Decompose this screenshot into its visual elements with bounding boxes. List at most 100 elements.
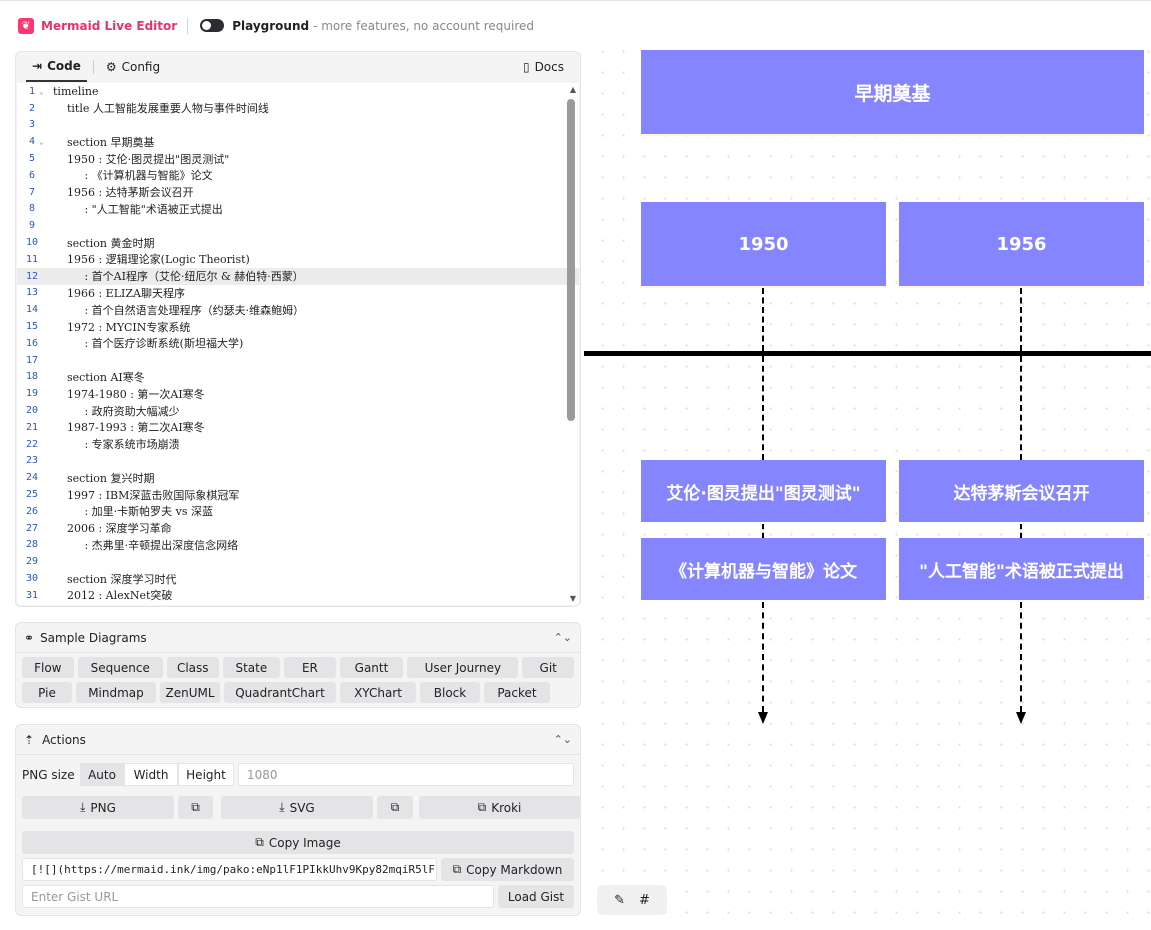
copy-image-button[interactable]: ⧉ Copy Image	[22, 831, 574, 854]
sample-button-git[interactable]: Git	[522, 657, 575, 678]
event-node: 《计算机器与智能》论文	[641, 538, 886, 600]
sample-button-mindmap[interactable]: Mindmap	[76, 682, 156, 703]
kroki-button[interactable]: ⧉ Kroki	[419, 796, 580, 819]
markdown-field[interactable]: [![](https://mermaid.ink/img/pako:eNp1lF…	[22, 858, 437, 881]
code-line[interactable]: 31 2012 : AlexNet突破	[17, 587, 579, 604]
code-line[interactable]: 10 section 黄金时期	[17, 234, 579, 251]
sample-button-flow[interactable]: Flow	[22, 657, 74, 678]
code-text: title 人工智能发展重要人物与事件时间线	[53, 102, 269, 116]
scroll-up-icon[interactable]: ▲	[570, 85, 576, 94]
line-number: 5	[28, 153, 36, 165]
code-line[interactable]: 23	[17, 453, 579, 470]
docs-link[interactable]: ▯ Docs	[517, 52, 570, 82]
connector-line	[762, 602, 764, 712]
sample-button-user-journey[interactable]: User Journey	[407, 657, 519, 678]
line-number: 17	[25, 354, 39, 366]
sample-button-er[interactable]: ER	[284, 657, 336, 678]
code-line[interactable]: 6 : 《计算机器与智能》论文	[17, 167, 579, 184]
size-auto-button[interactable]: Auto	[80, 763, 124, 786]
sample-button-state[interactable]: State	[222, 657, 281, 678]
code-editor[interactable]: 1 ⌄ timeline 2 title 人工智能发展重要人物与事件时间线 3 4 ⌄ se…	[17, 83, 579, 605]
code-line[interactable]: 13 1966 : ELIZA聊天程序	[17, 285, 579, 302]
copy-image-row: ⧉ Copy Image	[22, 831, 574, 854]
scroll-down-icon[interactable]: ▼	[570, 594, 576, 603]
sample-button-class[interactable]: Class	[166, 657, 219, 678]
code-line[interactable]: 8 : "人工智能"术语被正式提出	[17, 201, 579, 218]
size-value-input[interactable]: 1080	[238, 763, 574, 786]
fold-chevron-icon[interactable]: ⌄	[39, 87, 44, 96]
svg-open-button[interactable]: ⧉	[377, 796, 413, 819]
sample-button-gantt[interactable]: Gantt	[339, 657, 404, 678]
pan-zoom-icon[interactable]: ✎	[614, 893, 625, 908]
top-bar: ❦ Mermaid Live Editor Playground - more …	[0, 0, 1151, 50]
actions-header[interactable]: ⇡ Actions ⌃⌄	[16, 725, 580, 755]
sample-button-pie[interactable]: Pie	[22, 682, 72, 703]
sample-button-sequence[interactable]: Sequence	[77, 657, 163, 678]
code-line[interactable]: 2 title 人工智能发展重要人物与事件时间线	[17, 100, 579, 117]
line-number: 22	[25, 438, 39, 450]
code-line[interactable]: 16 : 首个医疗诊断系统(斯坦福大学)	[17, 335, 579, 352]
copy-markdown-button[interactable]: ⧉ Copy Markdown	[441, 858, 574, 881]
size-width-button[interactable]: Width	[124, 763, 178, 786]
code-line[interactable]: 22 : 专家系统市场崩溃	[17, 436, 579, 453]
line-number: 2	[28, 102, 36, 114]
code-line[interactable]: 7 1956 : 达特茅斯会议召开	[17, 184, 579, 201]
sample-button-xychart[interactable]: XYChart	[340, 682, 416, 703]
code-line[interactable]: 24 section 复兴时期	[17, 469, 579, 486]
tab-code[interactable]: ⇥ Code	[26, 52, 87, 82]
code-line[interactable]: 4 ⌄ section 早期奠基	[17, 133, 579, 150]
code-line[interactable]: 26 : 加里·卡斯帕罗夫 vs 深蓝	[17, 503, 579, 520]
tab-config[interactable]: ⚙ Config	[100, 52, 166, 82]
code-line[interactable]: 27 2006 : 深度学习革命	[17, 520, 579, 537]
code-line[interactable]: 14 : 首个自然语言处理程序（约瑟夫·维森鲍姆）	[17, 301, 579, 318]
svg-download-button[interactable]: ⤓ SVG	[221, 796, 373, 819]
external-link-icon: ⧉	[477, 800, 487, 814]
code-line[interactable]: 17	[17, 352, 579, 369]
code-line[interactable]: 18 section AI寒冬	[17, 369, 579, 386]
arrow-head-icon	[1016, 712, 1026, 724]
sample-button-packet[interactable]: Packet	[484, 682, 550, 703]
collapse-icon[interactable]: ⌃⌄	[554, 631, 572, 644]
sample-button-zenuml[interactable]: ZenUML	[160, 682, 220, 703]
brand-title[interactable]: Mermaid Live Editor	[41, 19, 177, 33]
code-line[interactable]: 29	[17, 553, 579, 570]
code-line[interactable]: 21 1987-1993 : 第二次AI寒冬	[17, 419, 579, 436]
code-line[interactable]: 9	[17, 217, 579, 234]
code-line[interactable]: 20 : 政府资助大幅减少	[17, 402, 579, 419]
png-download-button[interactable]: ⤓ PNG	[22, 796, 174, 819]
code-line[interactable]: 5 1950 : 艾伦·图灵提出"图灵测试"	[17, 150, 579, 167]
code-line[interactable]: 12 : 首个AI程序（艾伦·纽厄尔 & 赫伯特·西蒙）	[17, 267, 579, 285]
grid-icon[interactable]: #	[639, 893, 650, 908]
code-line[interactable]: 19 1974-1980 : 第一次AI寒冬	[17, 385, 579, 402]
code-line[interactable]: 1 ⌄ timeline	[17, 83, 579, 100]
code-line[interactable]: 30 section 深度学习时代	[17, 570, 579, 587]
connector-line	[762, 288, 764, 351]
copy-icon: ⧉	[452, 862, 462, 876]
gist-url-input[interactable]: Enter Gist URL	[22, 885, 494, 908]
editor-scrollbar[interactable]: ▲ ▼	[565, 83, 579, 605]
fold-chevron-icon[interactable]: ⌄	[39, 137, 44, 146]
docs-label: Docs	[534, 60, 564, 74]
code-line[interactable]: 15 1972 : MYCIN专家系统	[17, 318, 579, 335]
load-gist-button[interactable]: Load Gist	[498, 885, 574, 908]
collapse-icon[interactable]: ⌃⌄	[554, 733, 572, 746]
code-text: section 深度学习时代	[53, 572, 177, 586]
code-lines: 1 ⌄ timeline 2 title 人工智能发展重要人物与事件时间线 3 4 ⌄ se…	[17, 83, 579, 604]
size-height-button[interactable]: Height	[178, 763, 234, 786]
event-label: 艾伦·图灵提出"图灵测试"	[666, 483, 861, 504]
code-line[interactable]: 25 1997 : IBM深蓝击败国际象棋冠军	[17, 486, 579, 503]
code-line[interactable]: 11 1956 : 逻辑理论家(Logic Theorist)	[17, 251, 579, 268]
code-text: : 政府资助大幅减少	[53, 404, 180, 418]
line-number: 29	[25, 556, 39, 568]
scroll-thumb[interactable]	[567, 99, 575, 421]
sample-button-block[interactable]: Block	[420, 682, 480, 703]
diagram-preview[interactable]: 早期奠基 1950 1956 艾伦·图灵提出"图灵测试" 达特茅斯会议召开 《计…	[584, 50, 1151, 930]
code-text: : 首个AI程序（艾伦·纽厄尔 & 赫伯特·西蒙）	[53, 270, 304, 284]
playground-toggle[interactable]	[200, 19, 225, 32]
png-open-button[interactable]: ⧉	[178, 796, 213, 819]
code-line[interactable]: 3	[17, 117, 579, 134]
code-line[interactable]: 28 : 杰弗里·辛顿提出深度信念网络	[17, 537, 579, 554]
png-label: PNG	[90, 800, 116, 815]
sample-diagrams-header[interactable]: ⚭ Sample Diagrams ⌃⌄	[16, 623, 580, 653]
sample-button-quadrantchart[interactable]: QuadrantChart	[224, 682, 336, 703]
